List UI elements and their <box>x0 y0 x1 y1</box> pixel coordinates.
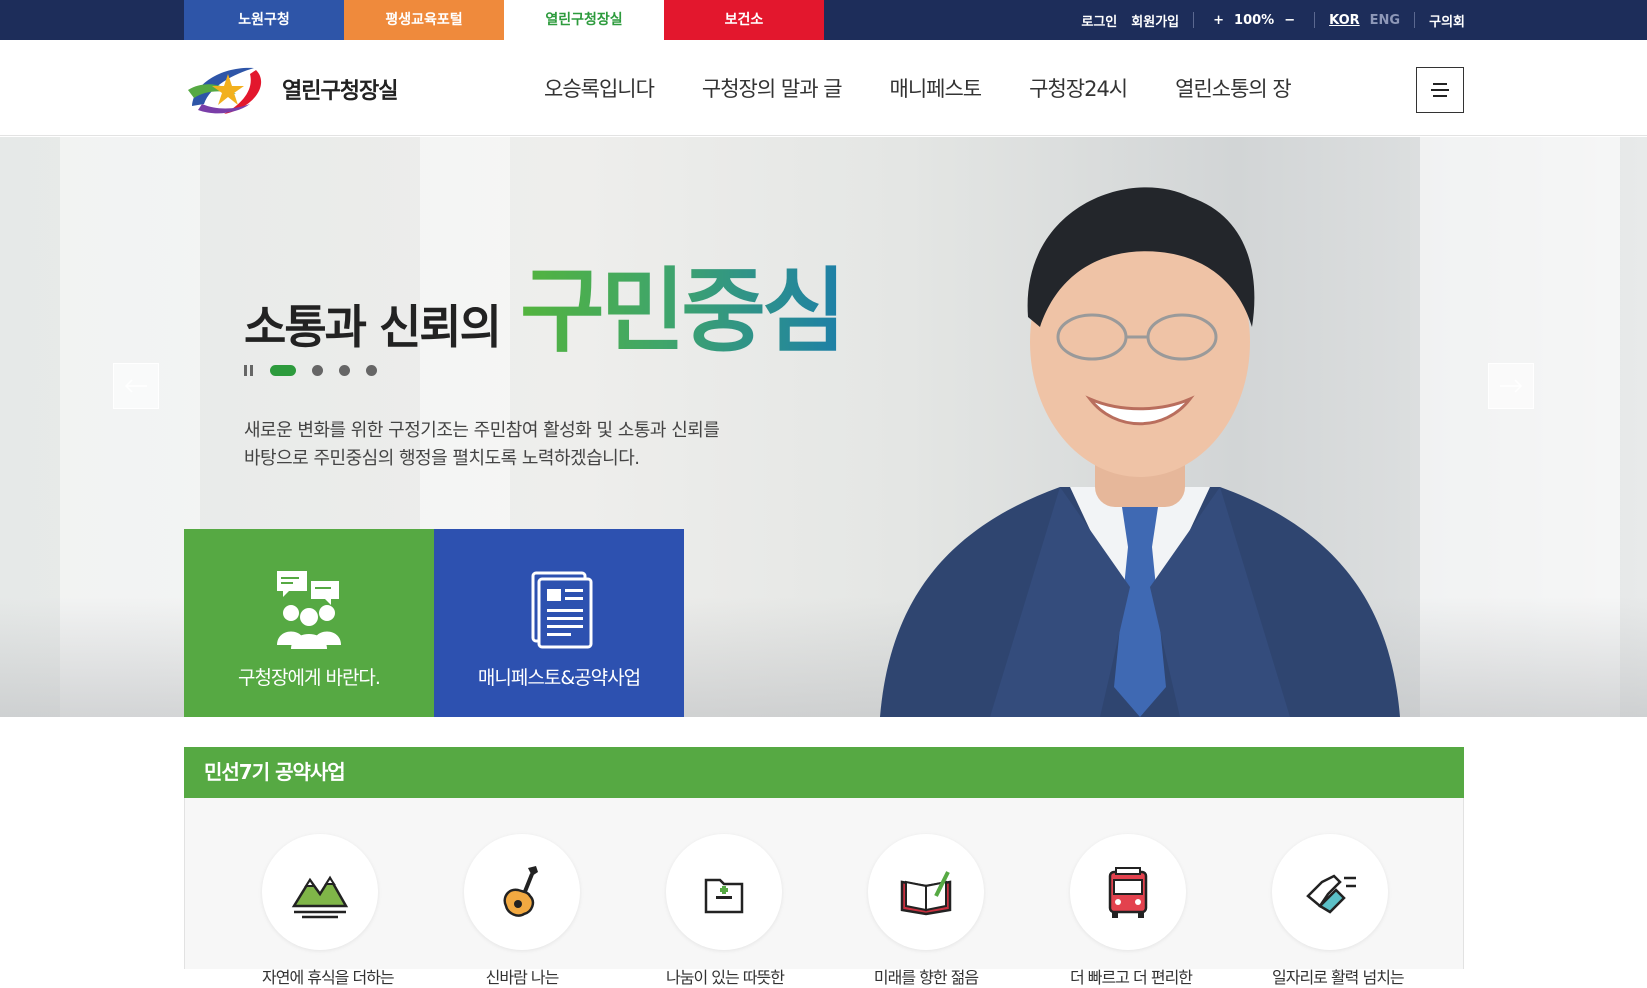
lang-kor-link[interactable]: KOR <box>1329 13 1360 28</box>
handshake-icon <box>1306 874 1356 914</box>
zoom-level: 100% <box>1234 12 1275 28</box>
utility-links: 로그인 회원가입 + 100% − KOR ENG 구의회 <box>1067 0 1465 40</box>
pledge-icon-circle <box>1272 834 1388 950</box>
hero-banner: 소통과 신뢰의 구민중심 새로운 변화를 위한 구정기조는 주민참여 활성화 및… <box>0 137 1647 717</box>
hero-description: 새로운 변화를 위한 구정기조는 주민참여 활성화 및 소통과 신뢰를 바탕으로… <box>244 417 720 473</box>
slide-dot-2[interactable] <box>312 365 323 376</box>
hero-title-lead: 소통과 신뢰의 <box>244 300 502 354</box>
book-pen-icon <box>900 871 952 916</box>
prev-slide-button[interactable] <box>113 363 159 409</box>
arrow-left-icon <box>124 379 147 393</box>
pledge-item-label: 더 빠르고 더 편리한 <box>1070 968 1193 987</box>
pledge-icon-circle <box>868 834 984 950</box>
people-chat-icon <box>277 571 341 649</box>
quick-box-label: 구청장에게 바란다. <box>238 667 381 689</box>
council-link[interactable]: 구의회 <box>1429 11 1465 30</box>
pledge-item-culture[interactable]: 신바람 나는 <box>464 834 580 988</box>
nav-item-communication[interactable]: 열린소통의 장 <box>1175 73 1292 103</box>
pledge-item-label: 일자리로 활력 넘치는 <box>1272 968 1405 987</box>
divider <box>1193 12 1195 28</box>
zoom-out-button[interactable]: − <box>1284 13 1295 28</box>
quick-box-manifesto[interactable]: 매니페스토&공약사업 <box>434 529 684 717</box>
nav-item-schedule[interactable]: 구청장24시 <box>1029 73 1128 103</box>
zoom-control: + 100% − <box>1208 13 1300 28</box>
hamburger-icon <box>1433 83 1447 85</box>
next-slide-button[interactable] <box>1488 363 1534 409</box>
document-icon <box>531 571 593 649</box>
all-menu-button[interactable] <box>1416 67 1464 113</box>
pause-icon <box>250 365 253 376</box>
pledge-item-education[interactable]: 미래를 향한 젊음 <box>868 834 984 988</box>
hamburger-icon <box>1431 89 1449 91</box>
join-link[interactable]: 회원가입 <box>1131 11 1179 30</box>
hero-title-headline: 구민중심 <box>520 237 847 370</box>
arrow-right-icon <box>1500 379 1523 393</box>
divider <box>1414 12 1416 28</box>
quick-box-label: 매니페스토&공약사업 <box>477 667 641 689</box>
site-tabs: 노원구청 평생교육포털 열린구청장실 보건소 <box>184 0 824 40</box>
slide-dot-4[interactable] <box>366 365 377 376</box>
slide-dot-1[interactable] <box>270 365 296 376</box>
guitar-icon <box>503 866 538 917</box>
zoom-in-button[interactable]: + <box>1213 13 1224 28</box>
pledge-item-label: 미래를 향한 젊음 <box>873 968 979 987</box>
nav-item-speeches[interactable]: 구청장의 말과 글 <box>702 73 843 103</box>
mountain-icon <box>291 875 349 919</box>
pause-icon <box>244 365 247 376</box>
site-tab-lifelong-education[interactable]: 평생교육포털 <box>344 0 504 40</box>
quick-box-petition[interactable]: 구청장에게 바란다. <box>184 529 434 717</box>
site-tab-health-center[interactable]: 보건소 <box>664 0 824 40</box>
main-header: 열린구청장실 오승록입니다 구청장의 말과 글 매니페스토 구청장24시 열린소… <box>0 40 1647 136</box>
hero-title: 소통과 신뢰의 구민중심 <box>244 237 847 370</box>
pledge-item-welfare[interactable]: 나눔이 있는 따뜻한 <box>666 834 785 988</box>
logo[interactable]: 열린구청장실 <box>184 60 398 118</box>
mayor-portrait <box>880 187 1400 717</box>
bus-icon <box>1108 867 1148 918</box>
hamburger-icon <box>1433 95 1447 97</box>
pledge-section: 자연에 휴식을 더하는 신바람 나는 나눔이 있는 따뜻한 미래를 향한 젊음 … <box>184 798 1464 987</box>
divider <box>1314 12 1316 28</box>
pledge-item-label: 자연에 휴식을 더하는 <box>262 968 395 987</box>
pledge-icon-circle <box>262 834 378 950</box>
pledge-item-nature[interactable]: 자연에 휴식을 더하는 <box>262 834 395 988</box>
pledge-item-transport[interactable]: 더 빠르고 더 편리한 <box>1070 834 1193 988</box>
login-link[interactable]: 로그인 <box>1081 11 1117 30</box>
medical-folder-icon <box>704 878 744 914</box>
slide-pager <box>244 365 393 376</box>
top-utility-bar: 노원구청 평생교육포털 열린구청장실 보건소 로그인 회원가입 + 100% −… <box>0 0 1647 40</box>
main-navigation: 오승록입니다 구청장의 말과 글 매니페스토 구청장24시 열린소통의 장 <box>544 40 1339 136</box>
pledge-icon-circle <box>464 834 580 950</box>
site-tab-open-mayor-office[interactable]: 열린구청장실 <box>504 0 664 40</box>
nav-item-manifesto[interactable]: 매니페스토 <box>890 73 983 103</box>
nav-item-profile[interactable]: 오승록입니다 <box>544 73 655 103</box>
site-tab-nowon[interactable]: 노원구청 <box>184 0 344 40</box>
logo-star-icon <box>188 67 262 114</box>
logo-text: 열린구청장실 <box>282 79 398 104</box>
pledge-section-title: 민선7기 공약사업 <box>184 747 1464 798</box>
pledge-icon-circle <box>1070 834 1186 950</box>
slide-dot-3[interactable] <box>339 365 350 376</box>
pledge-item-label: 신바람 나는 <box>485 968 560 987</box>
hero-description-line: 바탕으로 주민중심의 행정을 펼치도록 노력하겠습니다. <box>244 448 640 469</box>
pause-button[interactable] <box>244 365 256 376</box>
pledge-icon-circle <box>666 834 782 950</box>
pledge-item-label: 나눔이 있는 따뜻한 <box>666 968 785 987</box>
hero-description-line: 새로운 변화를 위한 구정기조는 주민참여 활성화 및 소통과 신뢰를 <box>244 420 720 441</box>
lang-eng-link[interactable]: ENG <box>1370 13 1400 28</box>
pledge-item-jobs[interactable]: 일자리로 활력 넘치는 <box>1272 834 1405 988</box>
